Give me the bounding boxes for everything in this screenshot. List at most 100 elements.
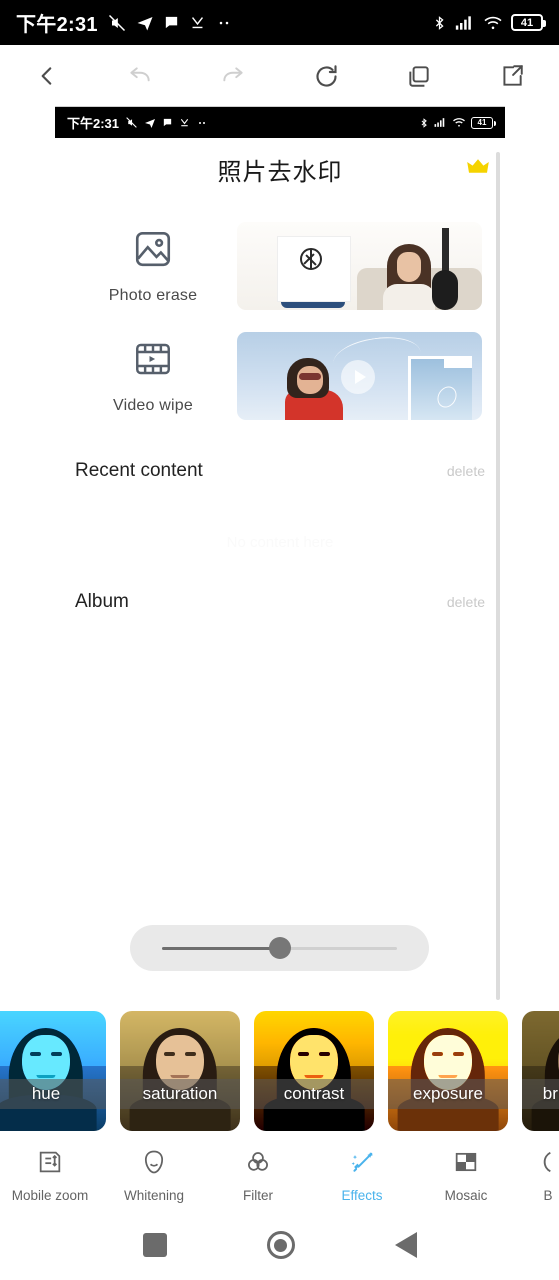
mute-icon: [125, 116, 138, 129]
delete-link[interactable]: delete: [447, 594, 485, 610]
download-check-icon: [189, 14, 206, 31]
bluetooth-icon: [419, 117, 429, 129]
slider-fill: [162, 946, 280, 950]
delete-link[interactable]: delete: [447, 463, 485, 479]
section-title: Album: [75, 591, 129, 612]
page-title: 照片去水印: [217, 158, 343, 186]
tool-item-whitening[interactable]: Whitening: [102, 1148, 206, 1203]
effect-thumbnail[interactable]: hue: [0, 1011, 106, 1131]
undo-button[interactable]: [93, 45, 186, 107]
signal-bars-icon: [455, 15, 475, 31]
share-button[interactable]: [466, 45, 559, 107]
crown-icon[interactable]: [467, 158, 489, 181]
section-recent-content: Recent content delete: [55, 460, 505, 482]
feature-video-wipe-left: Video wipe: [69, 338, 237, 415]
face-whitening-icon: [140, 1148, 168, 1181]
browser-toolbar: [0, 45, 559, 107]
feature-row-photo-erase[interactable]: Photo erase: [55, 222, 505, 310]
app-header: 照片去水印: [55, 138, 505, 200]
battery-level: 41: [520, 16, 534, 29]
effect-label-bar: brightness: [522, 1079, 559, 1109]
signal-bars-icon: [434, 117, 447, 128]
effect-preview-image: [120, 1011, 240, 1131]
effect-thumbnail[interactable]: exposure: [388, 1011, 508, 1131]
editor-tool-bar: ealMobile zoomWhiteningFilterEffectsMosa…: [0, 1140, 559, 1210]
section-title: Recent content: [75, 460, 203, 481]
effect-label-bar: saturation: [120, 1079, 240, 1109]
app-status-left: 下午2:31: [67, 113, 208, 132]
mosaic-icon: [452, 1148, 480, 1181]
telegram-icon: [136, 14, 154, 32]
tool-label: Whitening: [123, 1187, 185, 1203]
image-icon: [132, 228, 174, 275]
wifi-icon: [452, 117, 466, 128]
play-icon: [341, 360, 375, 394]
effect-thumbnail[interactable]: contrast: [254, 1011, 374, 1131]
tabs-button[interactable]: [373, 45, 466, 107]
feature-label: Photo erase: [108, 286, 198, 304]
film-play-icon: [132, 338, 174, 385]
tool-item-b[interactable]: B: [518, 1148, 559, 1203]
battery-level: 41: [477, 118, 487, 127]
effect-preview-image: [254, 1011, 374, 1131]
circle-icon[interactable]: [266, 1231, 295, 1259]
blur-icon: [534, 1148, 559, 1181]
filter-circles-icon: [244, 1148, 272, 1181]
effect-label: exposure: [413, 1084, 483, 1103]
system-status-bar: 下午2:31 41: [0, 0, 559, 45]
slider-rail: [162, 937, 397, 959]
effect-preview-image: [0, 1011, 106, 1131]
back-button[interactable]: [0, 45, 93, 107]
android-nav-bar: [0, 1210, 559, 1280]
effect-thumbnail[interactable]: saturation: [120, 1011, 240, 1131]
chat-bubble-icon: [163, 14, 180, 31]
download-check-icon: [179, 117, 190, 128]
app-status-clock: 下午2:31: [67, 116, 120, 131]
redo-button[interactable]: [186, 45, 279, 107]
wifi-icon: [483, 15, 503, 31]
tool-item-mosaic[interactable]: Mosaic: [414, 1148, 518, 1203]
tool-item-mobile-zoom[interactable]: Mobile zoom: [0, 1148, 102, 1203]
tool-item-effects[interactable]: Effects: [310, 1148, 414, 1203]
feature-label: Video wipe: [113, 396, 193, 414]
section-album: Album delete: [55, 591, 505, 613]
mobile-zoom-icon: [36, 1148, 64, 1181]
mute-icon: [107, 13, 127, 33]
triangle-left-icon[interactable]: [394, 1232, 417, 1258]
effect-label: brightness: [542, 1084, 559, 1103]
status-bar-clock: 下午2:31: [16, 14, 98, 36]
tool-label: Mobile zoom: [11, 1187, 89, 1203]
effect-label: hue: [31, 1084, 61, 1103]
telegram-icon: [144, 117, 156, 129]
tool-label: Mosaic: [444, 1187, 488, 1203]
effect-label-bar: exposure: [388, 1079, 508, 1109]
phone-screen: 下午2:31 41 下午2:31 41 照片去水印 Photo erase Vi…: [0, 0, 559, 1280]
feature-row-video-wipe[interactable]: Video wipe: [55, 332, 505, 420]
effect-thumbnail[interactable]: brightness: [522, 1011, 559, 1131]
battery-icon: 41: [511, 14, 546, 31]
bluetooth-icon: [432, 14, 447, 32]
refresh-button[interactable]: [280, 45, 373, 107]
intensity-slider[interactable]: [130, 925, 429, 971]
effect-label: saturation: [142, 1084, 218, 1103]
photo-erase-thumbnail[interactable]: [237, 222, 482, 310]
magic-wand-icon: [348, 1148, 376, 1181]
app-status-bar: 下午2:31 41: [55, 107, 505, 138]
feature-photo-erase-left: Photo erase: [69, 228, 237, 305]
more-dots-icon: [196, 117, 208, 129]
effect-preview-image: [388, 1011, 508, 1131]
status-bar-left: 下午2:31: [16, 8, 233, 37]
tool-item-filter[interactable]: Filter: [206, 1148, 310, 1203]
slider-thumb[interactable]: [268, 937, 291, 959]
video-wipe-thumbnail[interactable]: [237, 332, 482, 420]
effect-label: contrast: [283, 1084, 345, 1103]
battery-icon: 41: [471, 116, 496, 129]
vertical-scrollbar[interactable]: [496, 152, 500, 1000]
tool-label: B: [543, 1187, 553, 1203]
recent-empty-state: No content here: [226, 534, 334, 551]
square-icon[interactable]: [142, 1233, 167, 1257]
tool-label: Filter: [243, 1187, 273, 1203]
embedded-app-screenshot: 下午2:31 41 照片去水印 Photo erase Video wipe R…: [55, 107, 505, 1000]
effect-thumbnail-strip[interactable]: hue saturation contrast exposure brightness: [0, 1009, 559, 1133]
effect-preview-image: [522, 1011, 559, 1131]
